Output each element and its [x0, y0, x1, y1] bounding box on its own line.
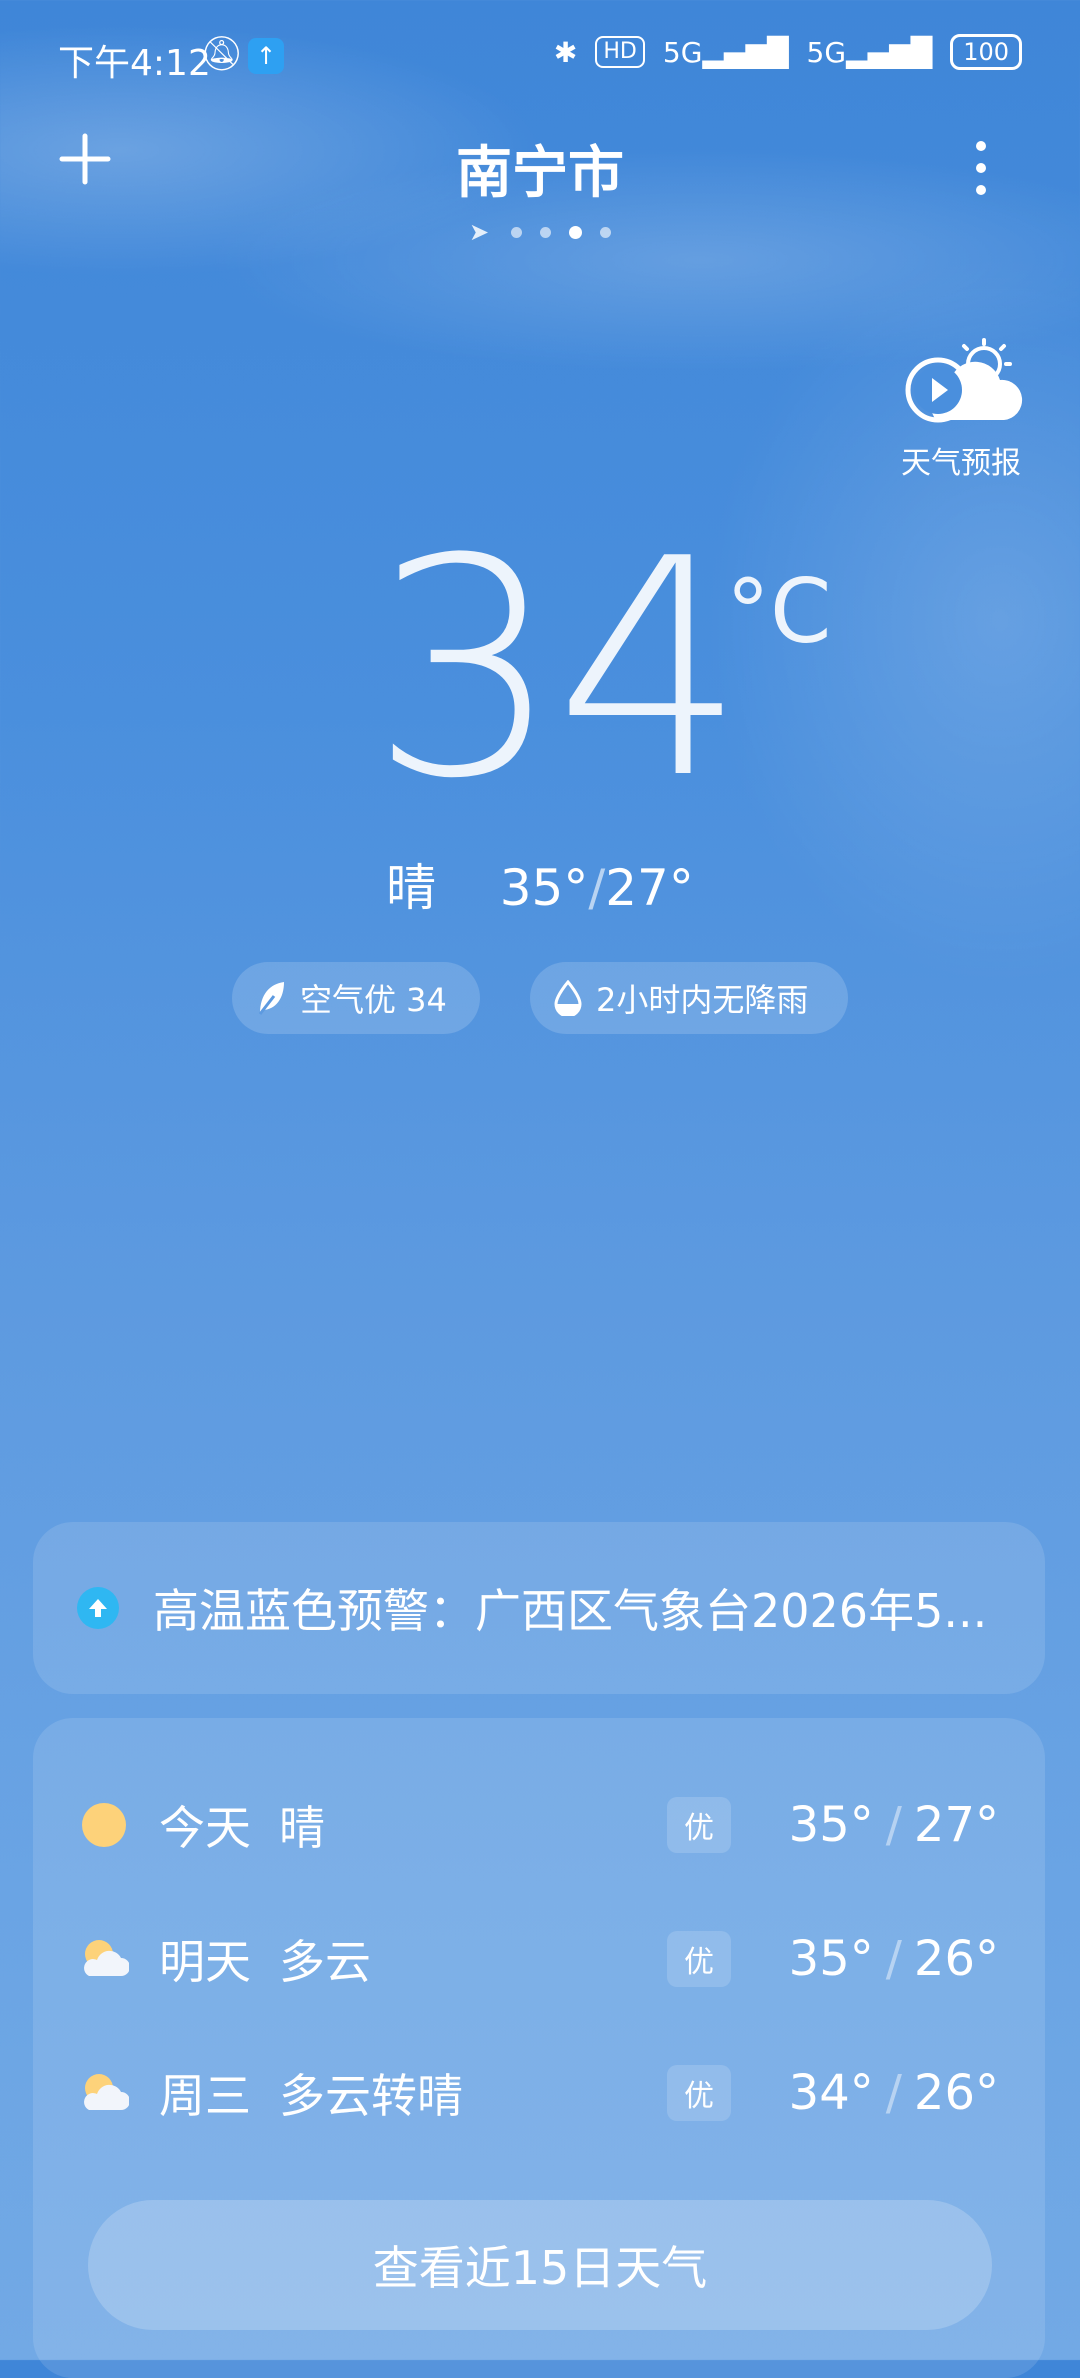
aqi-badge: 优	[667, 1931, 731, 1987]
bluetooth-icon: ✱	[553, 35, 578, 69]
page-indicator: ➤	[0, 218, 1080, 246]
air-quality-text: 空气优 34	[300, 981, 447, 1019]
alert-icon	[77, 1587, 119, 1629]
page-dot	[511, 226, 523, 238]
forecast-day: 明天	[159, 1935, 251, 1989]
weather-video-button[interactable]: 天气预报	[896, 338, 1026, 482]
water-drop-icon	[554, 980, 582, 1016]
weather-alert-card[interactable]: 高温蓝色预警：广西区气象台2026年5...	[33, 1522, 1045, 1694]
current-high: 35°	[499, 859, 589, 917]
air-quality-chip[interactable]: 空气优 34	[232, 962, 480, 1034]
signal-1: 5G▂▄▆█	[662, 35, 789, 69]
forecast-condition: 多云转晴	[279, 2069, 463, 2123]
forecast-temps: 35°/27°	[788, 1797, 999, 1853]
forecast-row[interactable]: 周三 多云转晴 优 34°/26°	[79, 2048, 1045, 2138]
forecast-temps: 34°/26°	[788, 2065, 999, 2121]
rain-chip[interactable]: 2小时内无降雨	[530, 962, 848, 1034]
status-time: 下午4:12	[58, 43, 211, 84]
partly-cloudy-icon	[84, 1940, 129, 1976]
city-name[interactable]: 南宁市	[0, 128, 1080, 209]
current-condition-line: 晴 35°/27°	[0, 848, 1080, 920]
current-low: 27°	[605, 859, 694, 917]
page-dot-active	[569, 225, 583, 239]
forecast-row[interactable]: 明天 多云 优 35°/26°	[79, 1914, 1045, 2004]
forecast-row[interactable]: 今天 晴 优 35°/27°	[79, 1780, 1045, 1870]
forecast-day: 周三	[159, 2069, 251, 2123]
partly-cloudy-icon	[84, 2074, 129, 2110]
battery-indicator: 100	[950, 34, 1022, 70]
hd-badge: HD	[595, 36, 645, 68]
forecast-day: 今天	[159, 1801, 251, 1855]
page-dot	[600, 226, 612, 238]
forecast-condition: 晴	[279, 1801, 325, 1855]
leaf-icon	[258, 982, 284, 1015]
signal-2: 5G▂▄▆█	[806, 35, 933, 69]
location-arrow-icon: ➤	[468, 218, 490, 246]
alert-text: 高温蓝色预警：广西区气象台2026年5...	[153, 1584, 988, 1638]
more-options-icon[interactable]	[966, 140, 996, 196]
current-temperature: 34	[370, 495, 746, 844]
sun-icon	[82, 1803, 126, 1847]
weather-video-label: 天气预报	[901, 446, 1021, 481]
video-cloud-icon	[905, 338, 1023, 423]
status-icons: ✱ HD 5G▂▄▆█ 5G▂▄▆█ 100	[554, 34, 1022, 70]
aqi-badge: 优	[667, 1797, 731, 1853]
upload-notification-icon: ↑	[248, 38, 284, 74]
page-dot	[540, 226, 552, 238]
rain-text: 2小时内无降雨	[596, 981, 809, 1019]
forecast-condition: 多云	[279, 1935, 371, 1989]
view-15-days-button[interactable]: 查看近15日天气	[88, 2200, 992, 2330]
current-condition: 晴	[386, 859, 437, 917]
temp-separator: /	[588, 859, 606, 917]
temperature-unit: °C	[726, 560, 832, 663]
aqi-badge: 优	[667, 2065, 731, 2121]
forecast-temps: 35°/26°	[788, 1931, 999, 1987]
bell-muted-icon: 🔕︎	[200, 34, 244, 74]
